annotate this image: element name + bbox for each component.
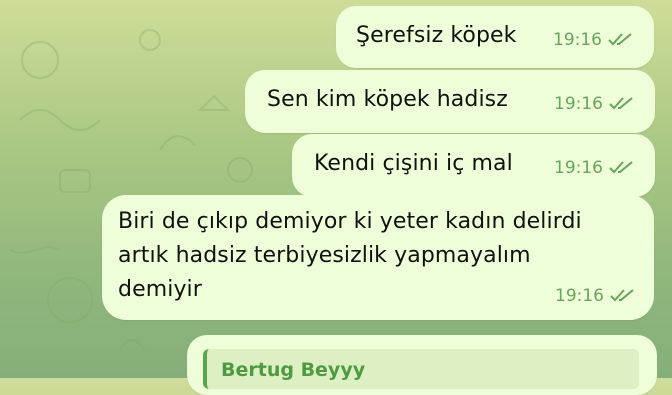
message-text: Biri de çıkıp demiyor ki yeter kadın del… [118, 205, 582, 307]
message-bubble[interactable]: Şerefsiz köpek 19:16 [336, 6, 654, 68]
double-check-icon [609, 97, 633, 110]
message-time: 19:16 [553, 30, 602, 50]
double-check-icon [610, 289, 634, 302]
message-bubble[interactable]: Kendi çişini iç mal 19:16 [292, 134, 655, 197]
double-check-icon [608, 33, 632, 46]
message-time: 19:16 [554, 158, 603, 178]
message-bubble[interactable]: Sen kim köpek hadisz 19:16 [245, 70, 655, 133]
double-check-icon [609, 161, 633, 174]
message-text: Kendi çişini iç mal [314, 151, 513, 176]
message-meta: 19:16 [554, 158, 635, 178]
message-line: demiyir [118, 277, 202, 302]
message-time: 19:16 [555, 286, 604, 306]
message-meta: 19:16 [555, 286, 636, 306]
reply-quote[interactable]: Bertug Beyyy [203, 349, 639, 389]
message-text: Sen kim köpek hadisz [267, 87, 508, 112]
message-meta: 19:16 [553, 30, 634, 50]
message-bubble[interactable]: Biri de çıkıp demiyor ki yeter kadın del… [102, 195, 654, 320]
reply-message-bubble[interactable]: Bertug Beyyy [187, 335, 657, 395]
message-line: artık hadsiz terbiyesizlik yapmayalım [118, 243, 531, 268]
message-time: 19:16 [554, 94, 603, 114]
message-meta: 19:16 [554, 94, 635, 114]
message-text: Şerefsiz köpek [356, 23, 517, 48]
message-line: Biri de çıkıp demiyor ki yeter kadın del… [118, 209, 582, 234]
